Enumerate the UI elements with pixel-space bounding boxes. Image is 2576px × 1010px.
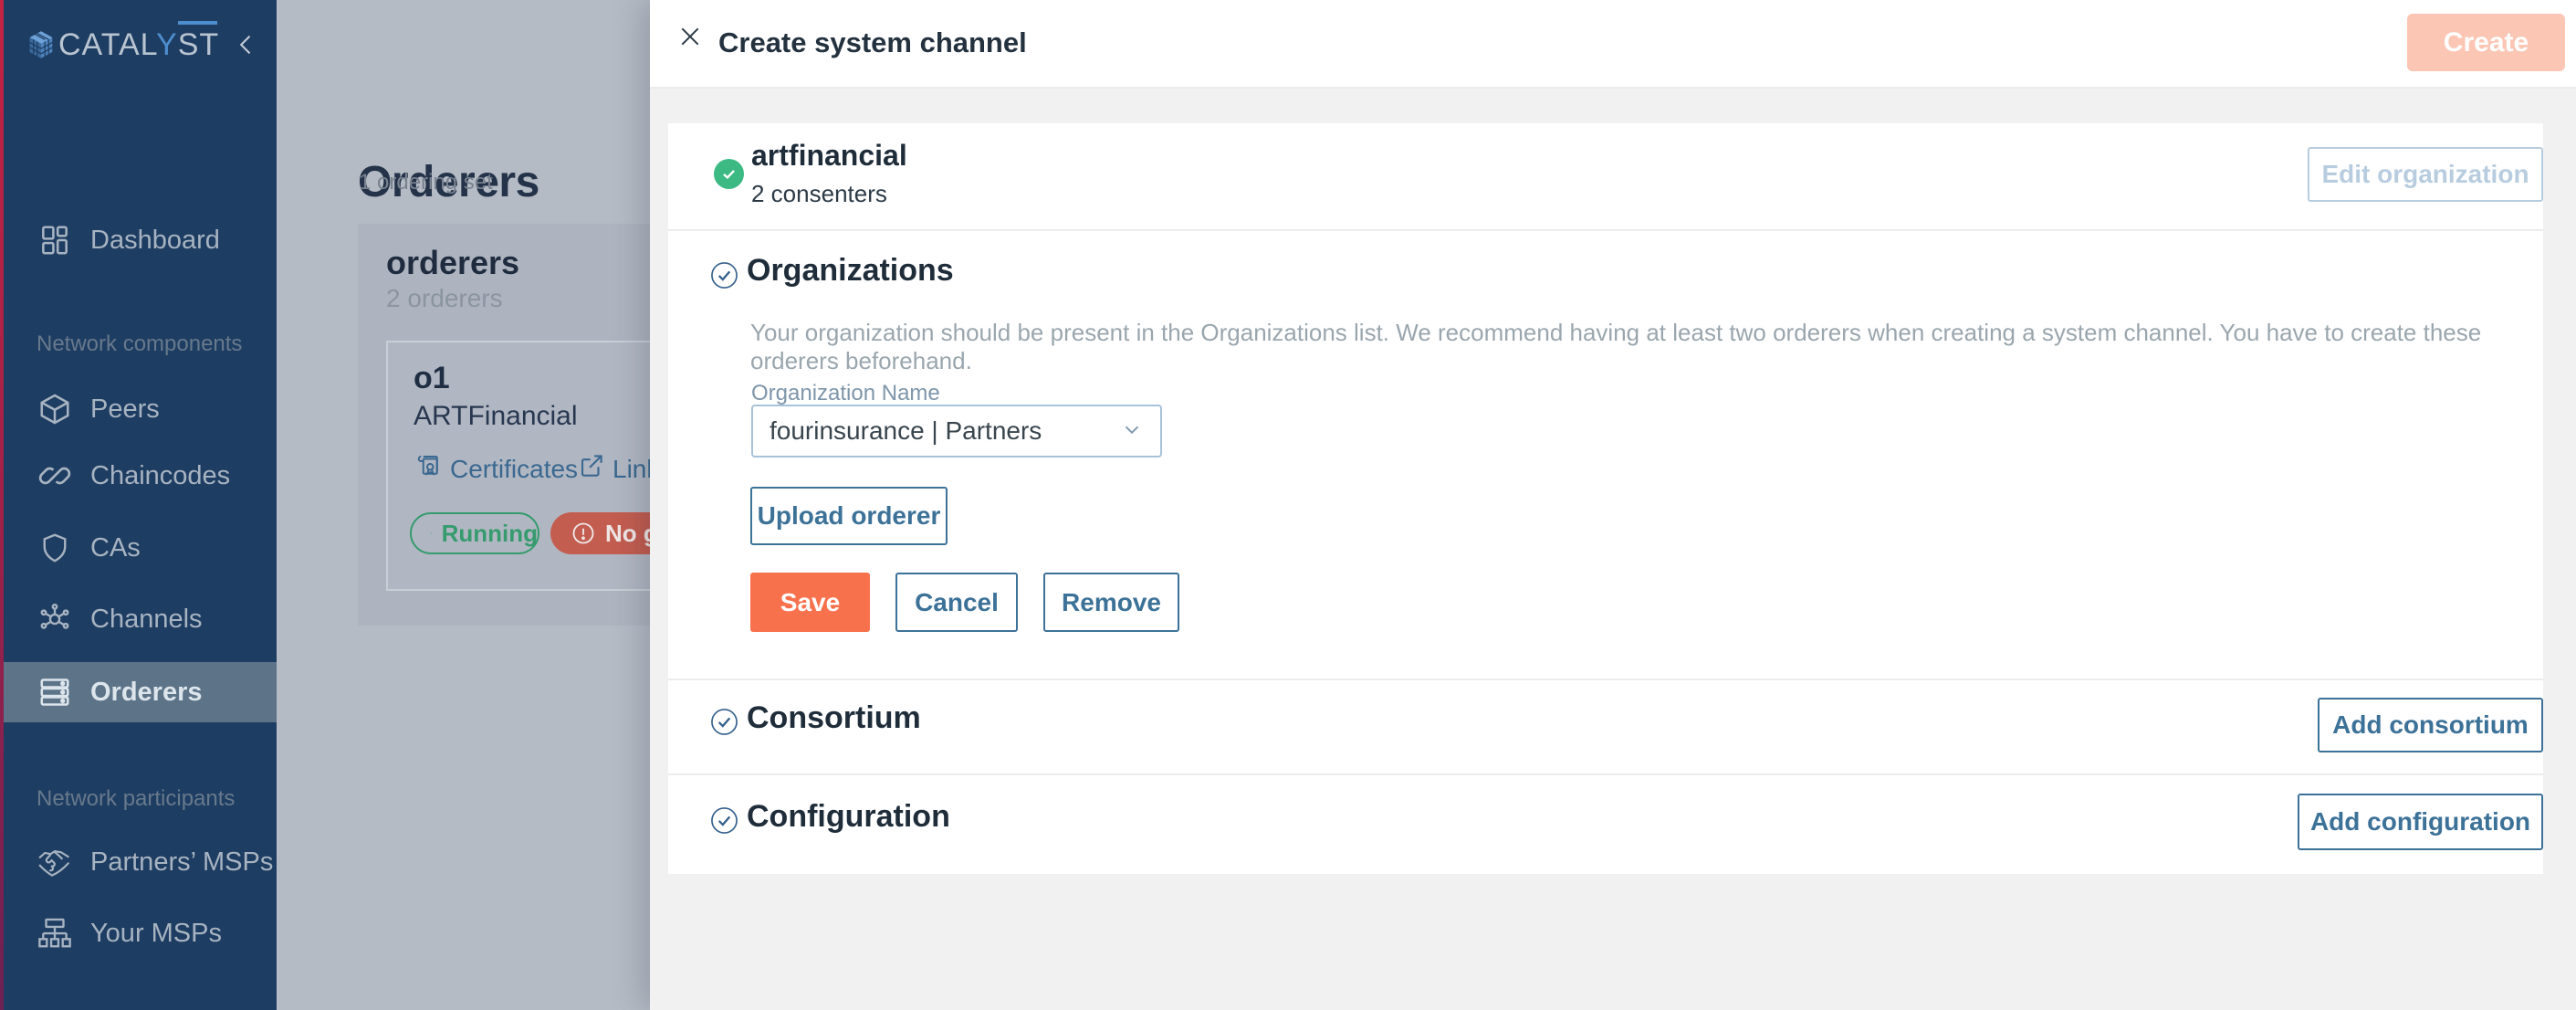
create-button[interactable]: Create — [2407, 14, 2565, 71]
add-consortium-button[interactable]: Add consortium — [2318, 698, 2543, 752]
organizations-heading: Organizations — [747, 253, 954, 288]
upload-orderer-button[interactable]: Upload orderer — [750, 487, 948, 545]
configuration-heading: Configuration — [747, 799, 950, 834]
sidebar-item-channels[interactable]: Channels — [0, 589, 277, 649]
modal-body: artfinancial 2 consenters Edit organizat… — [650, 89, 2576, 1010]
sidebar-item-orderers[interactable]: Orderers — [0, 662, 277, 722]
ordering-set-count: 2 orderers — [386, 284, 503, 312]
sidebar-item-label: Chaincodes — [90, 460, 231, 490]
sidebar-item-partners-msps[interactable]: Partners’ MSPs — [0, 832, 277, 892]
summary-consenters: 2 consenters — [751, 180, 887, 207]
certificates-link-label: Certificates — [450, 454, 579, 483]
brand-wordmark: CATALYST — [58, 27, 220, 62]
sidebar-item-cas[interactable]: CAs — [0, 518, 277, 578]
certificates-link[interactable]: Certificates — [415, 452, 578, 486]
organization-name-select[interactable]: fourinsurance | Partners — [751, 405, 1162, 458]
cancel-button[interactable]: Cancel — [895, 573, 1018, 632]
sidebar: CATALYST Dashboard Network components Pe… — [0, 0, 277, 1010]
sidebar-collapse-icon[interactable] — [234, 31, 259, 58]
sidebar-item-label: CAs — [90, 532, 141, 563]
sidebar-section-network-components: Network components — [37, 331, 243, 356]
organizations-section: Organizations Your organization should b… — [668, 229, 2543, 679]
organization-name-value: fourinsurance | Partners — [770, 416, 1042, 445]
edit-organization-button[interactable]: Edit organization — [2308, 147, 2543, 202]
organizations-description: Your organization should be present in t… — [750, 319, 2482, 374]
close-icon[interactable] — [678, 25, 702, 48]
sidebar-item-label: Peers — [90, 394, 160, 424]
configuration-section: Configuration Add configuration — [668, 773, 2543, 872]
add-configuration-button[interactable]: Add configuration — [2298, 794, 2543, 850]
ordering-set-name: orderers — [386, 244, 520, 281]
certificate-icon — [415, 452, 443, 486]
chevron-down-icon — [1120, 417, 1144, 446]
network-hub-icon — [37, 601, 73, 637]
modal-title: Create system channel — [718, 26, 1027, 58]
check-badge-icon — [714, 159, 744, 189]
remove-button[interactable]: Remove — [1043, 573, 1179, 632]
sidebar-section-network-participants: Network participants — [37, 786, 236, 811]
external-link[interactable]: Link — [578, 452, 659, 486]
sidebar-item-dashboard[interactable]: Dashboard — [0, 210, 277, 270]
sidebar-item-label: Dashboard — [90, 225, 220, 255]
orderer-node-card: o1 ARTFinancial Certificates Link Runnin… — [386, 341, 724, 591]
sidebar-item-your-msps[interactable]: Your MSPs — [0, 903, 277, 963]
left-edge-stripe — [0, 0, 4, 1010]
sidebar-item-chaincodes[interactable]: Chaincodes — [0, 446, 277, 506]
page-subtitle: 1 ordering set — [359, 170, 493, 195]
catalyst-logo-icon — [27, 30, 55, 64]
sidebar-item-label: Your MSPs — [90, 918, 222, 948]
consortium-heading: Consortium — [747, 700, 921, 735]
dashboard-icon — [37, 222, 73, 258]
screen: CATALYST Dashboard Network components Pe… — [0, 0, 2576, 1010]
save-button[interactable]: Save — [750, 573, 870, 632]
orderer-organization: ARTFinancial — [414, 401, 578, 431]
modal-header: Create system channel Create — [650, 0, 2576, 89]
external-link-icon — [578, 452, 605, 486]
orderer-name: o1 — [414, 361, 450, 395]
circle-check-icon — [710, 261, 738, 294]
organization-name-label: Organization Name — [751, 381, 940, 405]
cube-icon — [37, 391, 73, 427]
circle-check-icon — [710, 806, 738, 839]
sidebar-item-peers[interactable]: Peers — [0, 379, 277, 439]
server-stack-icon — [37, 674, 73, 710]
consortium-section: Consortium Add consortium — [668, 679, 2543, 773]
channel-form-card: artfinancial 2 consenters Edit organizat… — [668, 123, 2543, 874]
org-summary-section: artfinancial 2 consenters Edit organizat… — [668, 123, 2543, 229]
sidebar-item-label: Channels — [90, 604, 203, 634]
chain-link-icon — [37, 458, 73, 494]
brand-row: CATALYST — [0, 0, 277, 88]
handshake-icon — [37, 844, 73, 880]
status-badge-running: Running — [410, 512, 539, 554]
create-system-channel-modal: Create system channel Create artfinancia… — [650, 0, 2576, 1010]
sidebar-item-label: Orderers — [90, 677, 203, 707]
hierarchy-icon — [37, 915, 73, 952]
circle-check-icon — [710, 708, 738, 741]
status-running-label: Running — [441, 519, 538, 547]
sidebar-item-label: Partners’ MSPs — [90, 847, 274, 877]
shield-icon — [37, 530, 73, 566]
summary-org-name: artfinancial — [751, 139, 907, 172]
